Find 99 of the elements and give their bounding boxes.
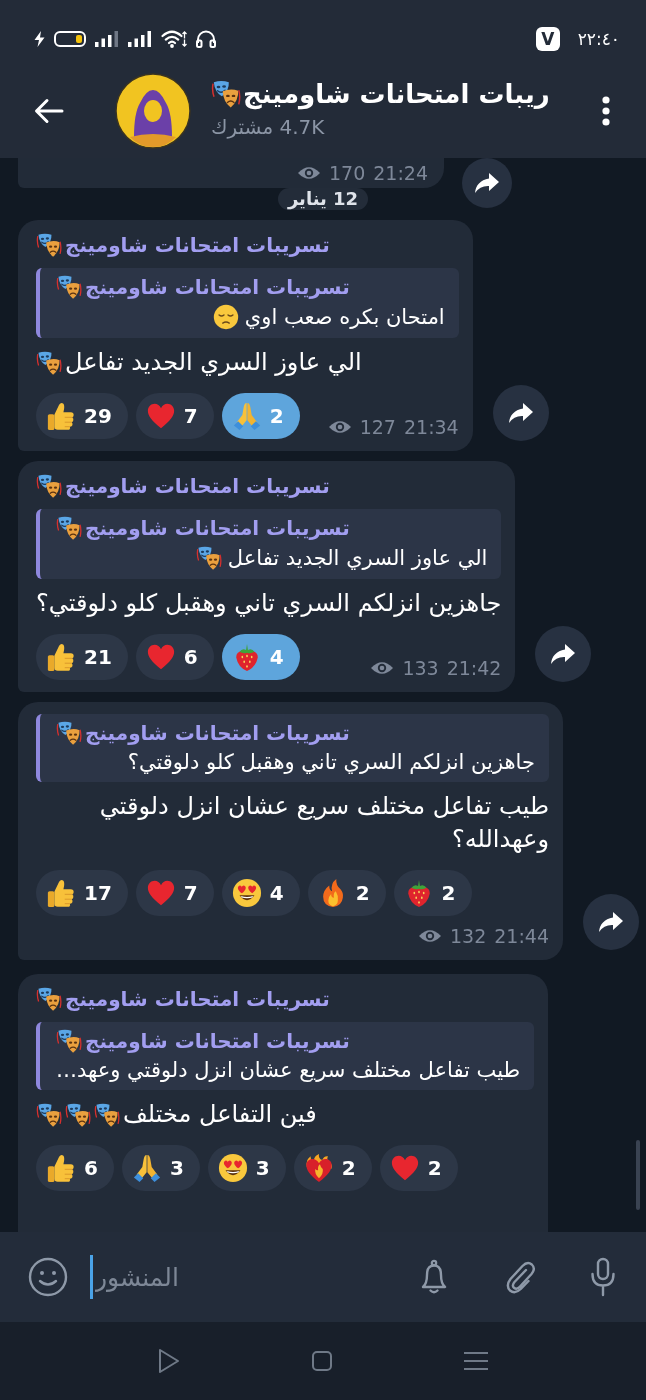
reaction-button[interactable]: 7 — [135, 393, 214, 439]
reaction-button[interactable]: 6 — [135, 634, 214, 680]
reaction-button[interactable]: 7 — [135, 870, 214, 916]
reaction-button[interactable]: 2 — [293, 1145, 372, 1191]
quoted-channel-name: تسريبات امتحانات شاومينج — [85, 516, 350, 540]
reaction-button[interactable]: 2 — [379, 1145, 458, 1191]
status-time: ٢٢:٤٠ — [577, 29, 620, 49]
heart-icon — [145, 878, 176, 908]
menu-lines-icon[interactable] — [463, 1351, 489, 1371]
praying-hands-icon — [131, 1153, 162, 1183]
forward-button[interactable] — [583, 894, 639, 950]
heart-icon — [389, 1153, 420, 1183]
thumbs-up-icon — [46, 1153, 76, 1183]
theater-masks-icon — [36, 232, 62, 258]
channel-avatar[interactable] — [115, 73, 191, 149]
heart-eyes-face-icon — [231, 878, 262, 908]
forward-button[interactable] — [462, 158, 512, 208]
heart-eyes-face-icon — [217, 1153, 248, 1183]
text-cursor — [90, 1255, 93, 1299]
reply-quote[interactable]: تسريبات امتحانات شاومينج الي عاوز السري الجديد تفاعل — [36, 509, 502, 579]
heart-icon — [145, 401, 176, 431]
praying-hands-icon — [231, 401, 262, 431]
emoji-icon[interactable] — [28, 1257, 68, 1297]
reply-quote[interactable]: تسريبات امتحانات شاومينج امتحان بكره صعب اوي — [36, 268, 459, 338]
reaction-button[interactable]: 17 — [36, 870, 128, 916]
message-text: فين التفاعل مختلف — [123, 1099, 317, 1130]
theater-masks-icon — [94, 1101, 120, 1128]
theater-masks-icon — [56, 720, 82, 746]
flaming-heart-icon — [303, 1153, 334, 1183]
thumbs-up-icon — [46, 401, 76, 431]
scrollbar-thumb[interactable] — [636, 1140, 640, 1210]
quoted-channel-name: تسريبات امتحانات شاومينج — [85, 721, 350, 745]
eye-icon — [327, 419, 352, 435]
reaction-button[interactable]: 3 — [207, 1145, 286, 1191]
reaction-button[interactable]: 21 — [36, 634, 128, 680]
eye-icon — [296, 165, 321, 181]
menu-icon[interactable] — [602, 96, 610, 126]
pensive-face-icon — [212, 304, 239, 330]
quoted-text: جاهزين انزلكم السري تاني وهقبل كلو دلوقتي؟ — [127, 750, 535, 774]
reaction-button[interactable]: 3 — [121, 1145, 200, 1191]
theater-masks-icon — [36, 473, 62, 499]
theater-masks-icon — [195, 545, 222, 571]
view-count: 132 — [449, 925, 487, 947]
quoted-channel-name: تسريبات امتحانات شاومينج — [85, 1029, 350, 1053]
channel-title: ريبات امتحانات شاومينج — [243, 79, 550, 109]
theater-masks-icon — [56, 515, 82, 541]
theater-masks-icon — [211, 79, 241, 109]
reaction-button[interactable]: 2 — [307, 870, 386, 916]
message-text: طيب تفاعل مختلف سريع عشان انزل دلوقتي وعهدالله؟ — [98, 791, 549, 855]
theater-masks-icon — [36, 1101, 62, 1128]
message-text: جاهزين انزلكم السري تاني وهقبل كلو دلوقتي؟ — [36, 588, 502, 619]
forward-arrow-icon — [598, 911, 624, 933]
headphones-icon — [196, 30, 216, 48]
app-badge: V — [535, 27, 560, 51]
quoted-text: امتحان بكره صعب اوي — [244, 305, 445, 329]
charging-bolt-icon — [34, 31, 45, 47]
signal-icon — [95, 31, 119, 47]
quoted-text: الي عاوز السري الجديد تفاعل — [227, 546, 488, 570]
view-count: 133 — [402, 657, 439, 679]
message-time: 21:44 — [494, 925, 549, 947]
triangle-icon[interactable] — [157, 1347, 181, 1375]
view-count: 127 — [359, 416, 396, 438]
reaction-button[interactable]: 2 — [393, 870, 472, 916]
reply-quote[interactable]: تسريبات امتحانات شاومينج جاهزين انزلكم السري تاني وهقبل كلو دلوقتي؟ — [36, 714, 549, 782]
wifi-icon — [161, 30, 187, 48]
theater-masks-icon — [56, 274, 82, 300]
channel-name: تسريبات امتحانات شاومينج — [65, 233, 330, 257]
reaction-button[interactable]: 29 — [36, 393, 128, 439]
theater-masks-icon — [36, 986, 62, 1012]
back-arrow-icon[interactable] — [34, 98, 64, 124]
quoted-channel-name: تسريبات امتحانات شاومينج — [85, 275, 350, 299]
reply-quote[interactable]: تسريبات امتحانات شاومينج طيب تفاعل مختلف سريع عشان انزل دلوقتي وعهد… — [36, 1022, 535, 1090]
theater-masks-icon — [36, 349, 62, 376]
reaction-button[interactable]: 6 — [36, 1145, 114, 1191]
view-count: 170 — [328, 162, 366, 184]
theater-masks-icon — [56, 1028, 82, 1054]
eye-icon — [370, 660, 395, 676]
message-text: الي عاوز السري الجديد تفاعل — [65, 347, 362, 378]
forward-arrow-icon — [507, 402, 534, 424]
forward-arrow-icon — [474, 172, 500, 194]
message-time: 21:34 — [403, 416, 459, 438]
eye-icon — [417, 928, 442, 944]
message-time: 21:24 — [373, 162, 428, 184]
quoted-text: طيب تفاعل مختلف سريع عشان انزل دلوقتي وعهد… — [56, 1058, 521, 1082]
channel-name: تسريبات امتحانات شاومينج — [65, 474, 330, 498]
thumbs-up-icon — [46, 878, 76, 908]
theater-masks-icon — [65, 1101, 91, 1128]
battery-icon — [54, 31, 86, 47]
message-time: 21:42 — [446, 657, 502, 679]
microphone-icon[interactable] — [590, 1257, 616, 1297]
heart-icon — [145, 642, 176, 672]
signal-icon — [128, 31, 152, 47]
subscriber-count: 4.7K مشترك — [211, 115, 325, 139]
square-icon[interactable] — [311, 1350, 333, 1372]
reaction-button[interactable]: 4 — [221, 870, 300, 916]
date-chip: 12 يناير — [277, 188, 369, 210]
forward-arrow-icon — [550, 643, 577, 665]
thumbs-up-icon — [46, 642, 76, 672]
channel-name: تسريبات امتحانات شاومينج — [65, 987, 330, 1011]
